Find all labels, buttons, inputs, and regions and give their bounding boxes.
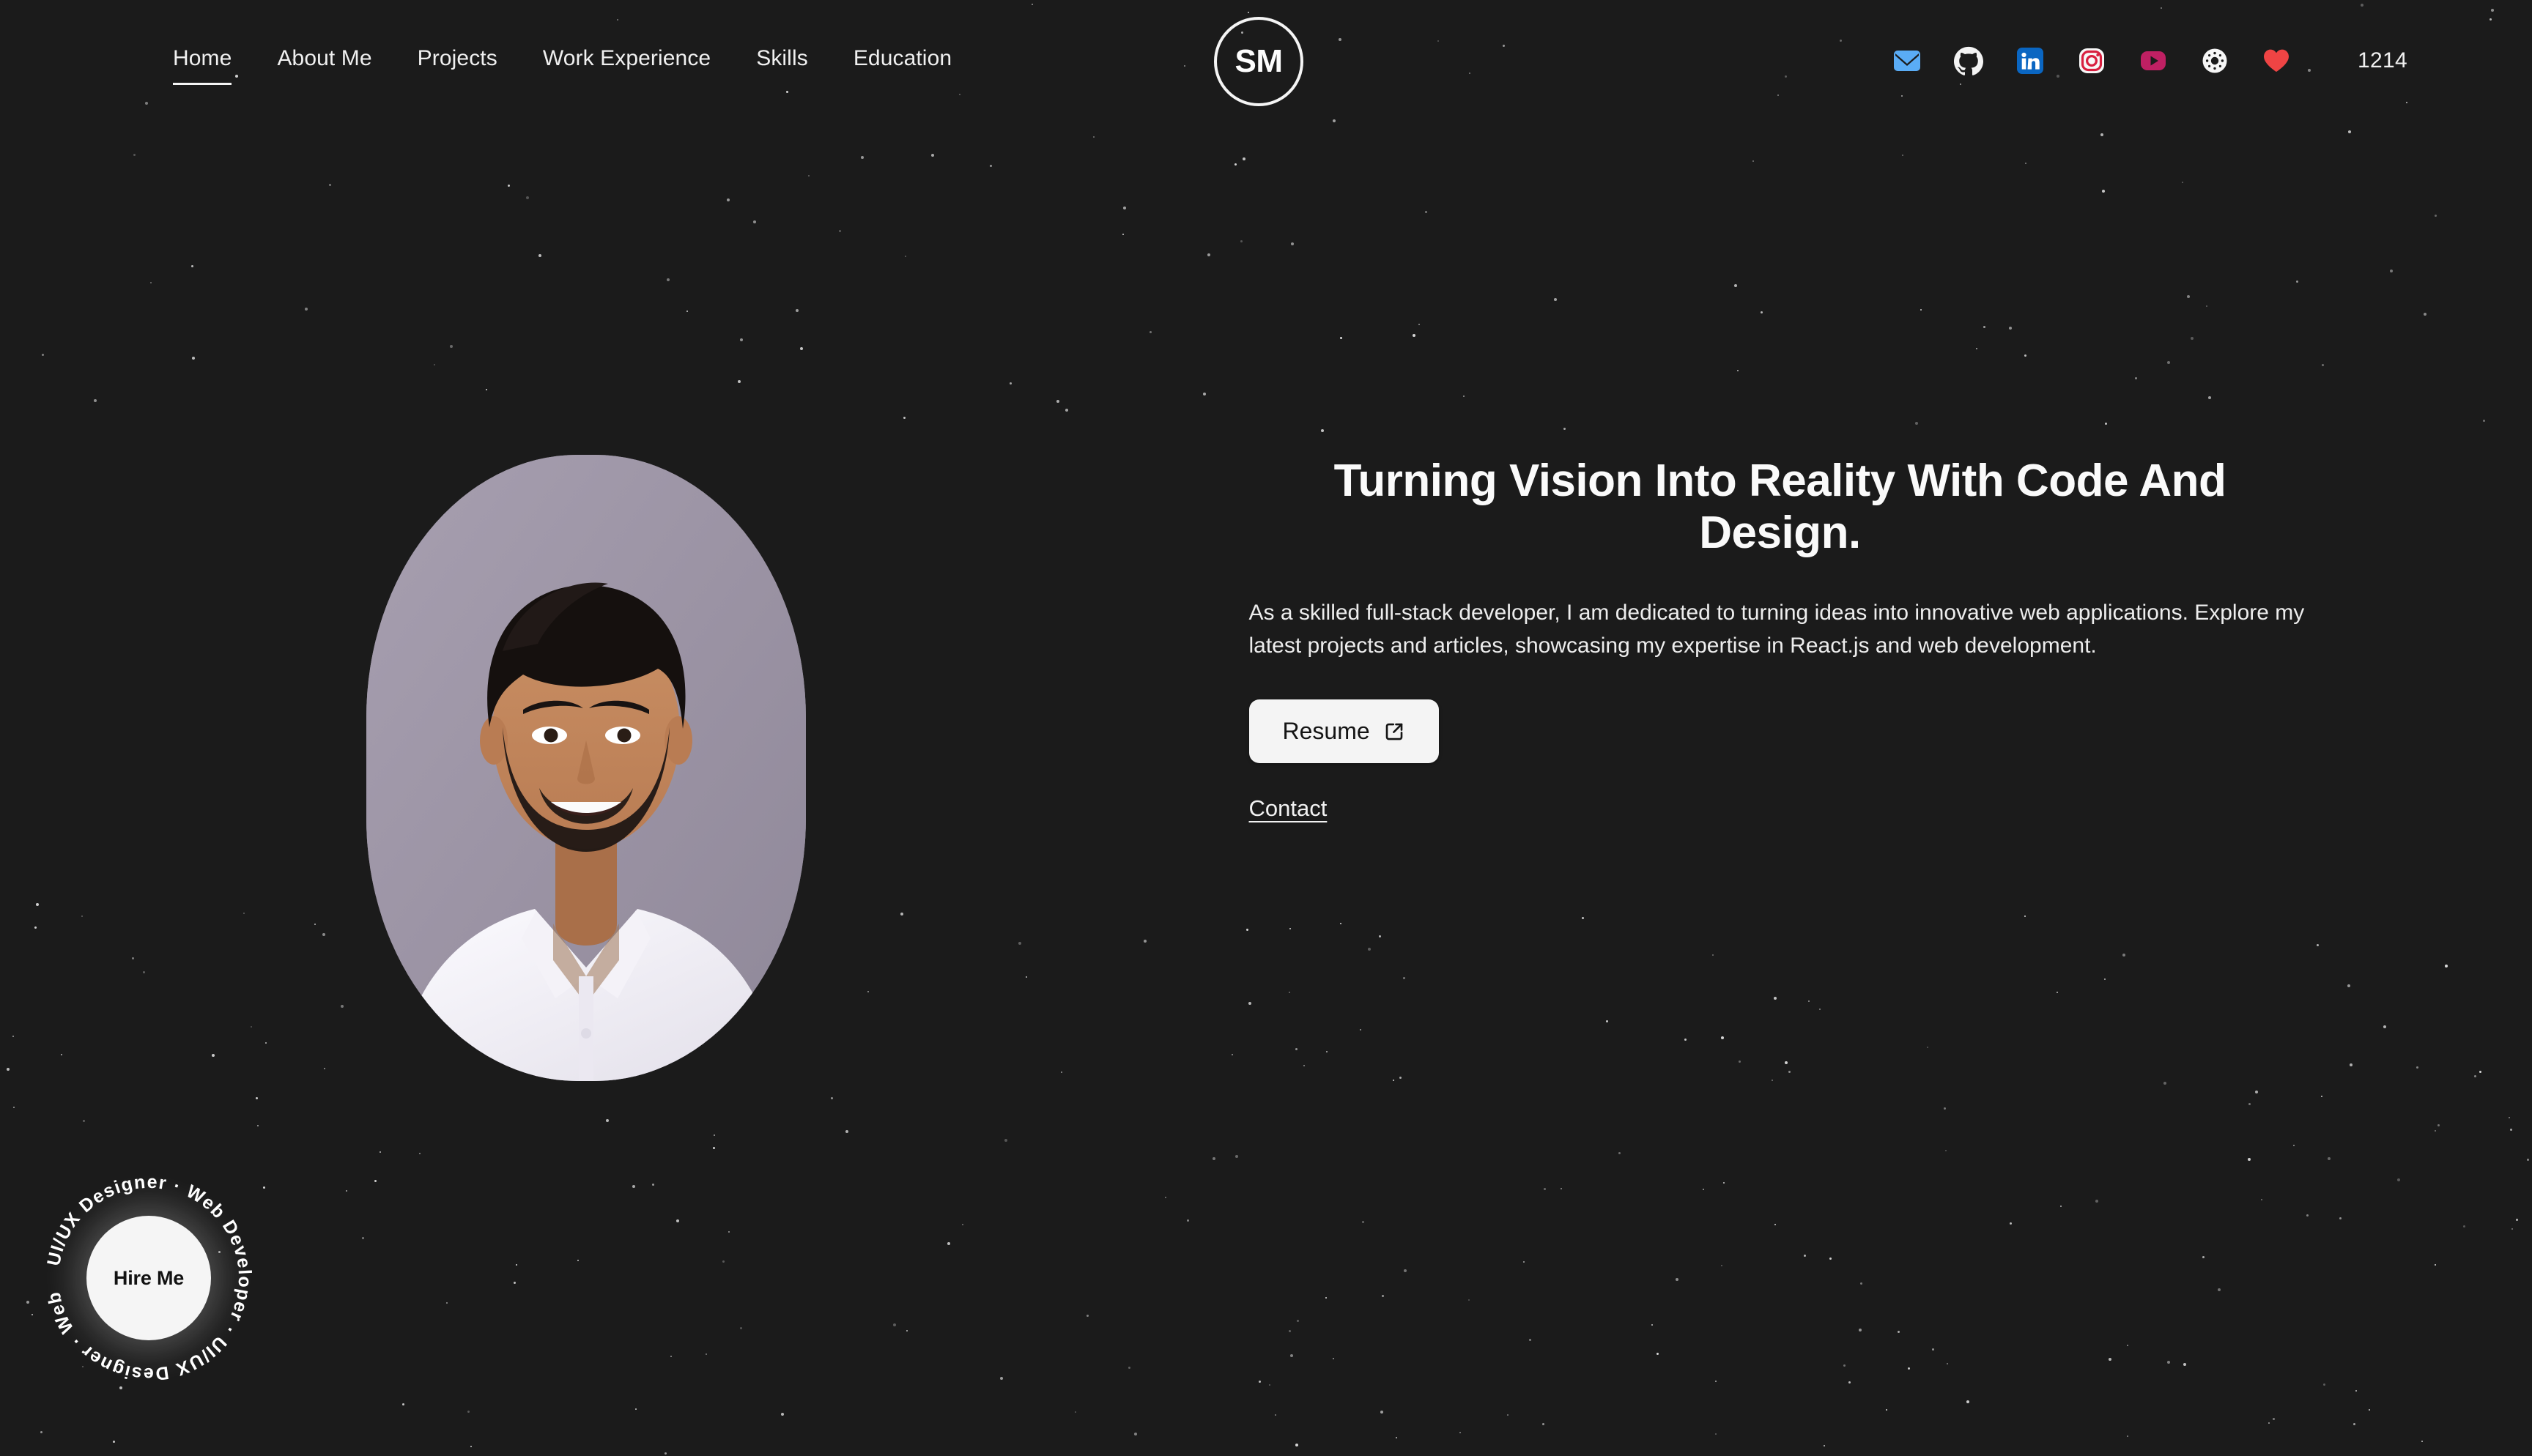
nav-item-work-experience[interactable]: Work Experience [543, 45, 711, 76]
dribbble-icon[interactable] [2199, 45, 2230, 76]
resume-button-label: Resume [1282, 718, 1370, 745]
main-navbar: Home About Me Projects Work Experience S… [0, 0, 2532, 122]
resume-button[interactable]: Resume [1248, 699, 1439, 764]
hero-section: Turning Vision Into Reality With Code An… [0, 122, 2532, 1081]
hire-me-button[interactable]: Hire Me [86, 1216, 211, 1340]
sm-monogram-logo[interactable]: SM [1214, 17, 1303, 106]
hero-cta-zone: Resume Contact [1248, 663, 2311, 822]
contact-link[interactable]: Contact [1249, 795, 1328, 822]
nav-right-cluster: 1214 [1892, 45, 2444, 76]
logo-initials: SM [1234, 43, 1284, 79]
email-icon[interactable] [1892, 45, 1922, 76]
hero-text-column: Turning Vision Into Reality With Code An… [1172, 455, 2532, 822]
heart-icon[interactable] [2261, 45, 2292, 76]
instagram-icon[interactable] [2076, 45, 2107, 76]
hire-me-label: Hire Me [113, 1266, 185, 1289]
linkedin-icon[interactable] [2015, 45, 2046, 76]
nav-item-skills[interactable]: Skills [756, 45, 808, 76]
hero-subtext: As a skilled full-stack developer, I am … [1248, 600, 2305, 658]
profile-portrait [366, 455, 806, 1081]
nav-item-education[interactable]: Education [854, 45, 952, 76]
nav-item-projects[interactable]: Projects [418, 45, 497, 76]
page-title: Turning Vision Into Reality With Code An… [1333, 456, 2226, 559]
nav-item-home[interactable]: Home [173, 45, 232, 85]
visit-counter: 1214 [2358, 48, 2407, 73]
external-link-icon [1383, 721, 1405, 743]
youtube-icon[interactable] [2138, 45, 2169, 76]
github-icon[interactable] [1953, 45, 1984, 76]
portrait-column [0, 455, 1172, 1081]
nav-item-about-me[interactable]: About Me [277, 45, 371, 76]
social-links [1892, 45, 2292, 76]
hire-me-badge[interactable]: UI/UX Designer · Web Developer · UI/UX D… [28, 1148, 262, 1392]
nav-links: Home About Me Projects Work Experience S… [173, 45, 952, 85]
